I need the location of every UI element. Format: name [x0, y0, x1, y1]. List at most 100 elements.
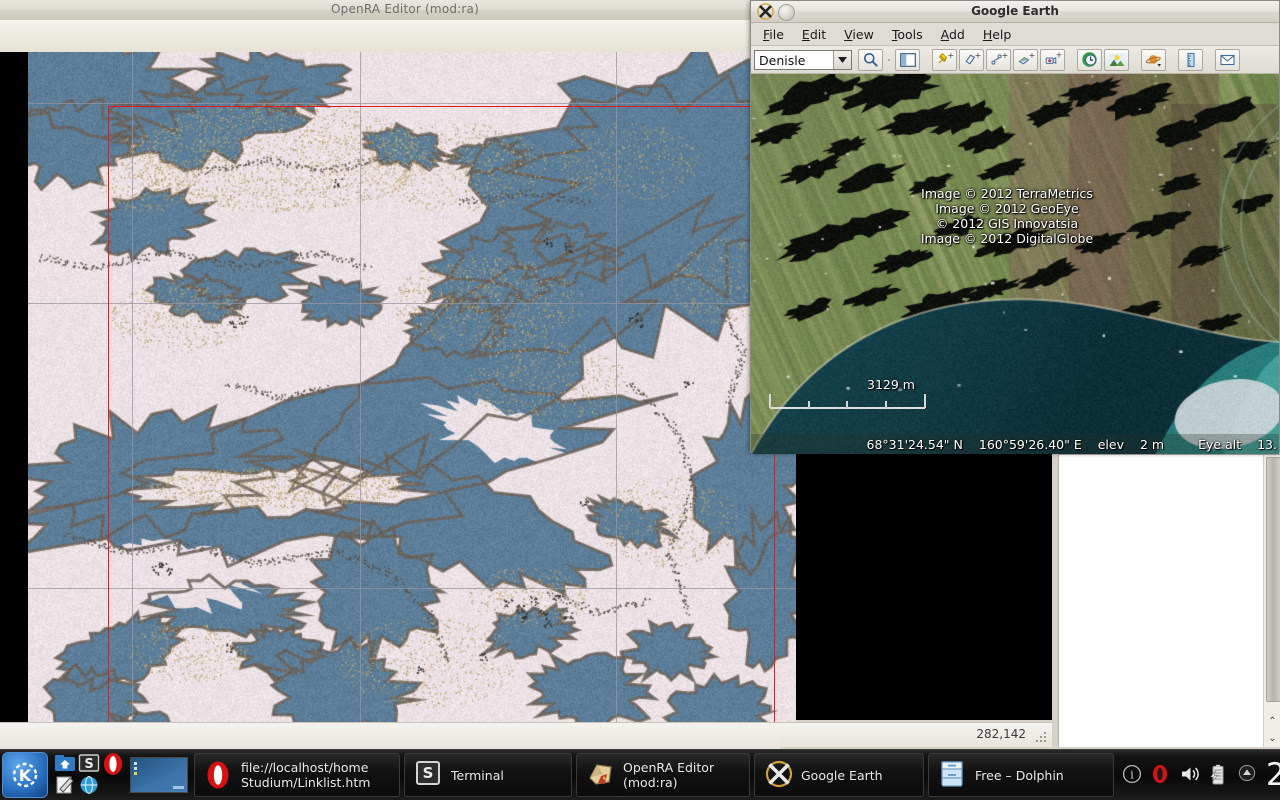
- add-polygon-icon[interactable]: +: [959, 48, 984, 71]
- map-grid-line-h: [28, 303, 796, 304]
- taskbar: K S file://localhost/home Studium/Linkli…: [0, 749, 1280, 800]
- search-input[interactable]: Denisle: [755, 51, 833, 69]
- openra-bottom-filler: [0, 722, 780, 751]
- toolbar-separator: [1205, 49, 1213, 71]
- opera-icon[interactable]: [102, 752, 124, 775]
- imagery-credit-line: Image © 2012 TerraMetrics: [921, 186, 1093, 201]
- openra-resize-grip[interactable]: [1036, 732, 1048, 744]
- terminal-icon: S: [415, 760, 443, 790]
- chevron-down-icon[interactable]: [833, 50, 851, 69]
- sidebar-toggle-icon[interactable]: [895, 48, 920, 71]
- text-editor-icon[interactable]: [54, 775, 76, 797]
- scroll-up-icon[interactable]: ⌃: [1264, 713, 1280, 730]
- openra-window-title: OpenRA Editor (mod:ra): [331, 2, 479, 16]
- add-path-icon[interactable]: +: [986, 48, 1011, 71]
- task-button-openra-editor[interactable]: OpenRA Editor (mod:ra): [576, 753, 750, 797]
- add-placemark-icon[interactable]: +: [932, 48, 957, 71]
- menu-help[interactable]: Help: [983, 27, 1012, 42]
- map-grid-line-v: [132, 52, 133, 722]
- openra-terrain-canvas[interactable]: [28, 52, 796, 722]
- search-icon[interactable]: [858, 48, 883, 71]
- task-label: OpenRA Editor (mod:ra): [623, 760, 715, 790]
- home-folder-icon[interactable]: [54, 753, 76, 775]
- menu-edit[interactable]: Edit: [802, 27, 826, 42]
- historical-imagery-icon[interactable]: [1077, 48, 1102, 71]
- openra-list-scrollbar[interactable]: ⌃ ⌄: [1263, 455, 1280, 747]
- menu-tools[interactable]: Tools: [892, 27, 923, 42]
- scrollbar-thumb[interactable]: [1266, 457, 1280, 702]
- map-grid-line-v: [360, 52, 361, 722]
- task-label: Free – Dolphin: [975, 767, 1064, 783]
- eye-altitude-value: 13.: [1257, 436, 1277, 452]
- ruler-icon[interactable]: [1178, 48, 1203, 71]
- toolbar-separator: [885, 49, 893, 71]
- opera-tray-icon[interactable]: [1151, 764, 1171, 786]
- menu-file[interactable]: File: [763, 27, 784, 42]
- task-button-google-earth[interactable]: Google Earth: [754, 753, 924, 797]
- tray-expander-icon[interactable]: [1238, 764, 1258, 786]
- google-earth-icon: [765, 760, 793, 790]
- task-button-terminal[interactable]: S Terminal: [404, 753, 572, 797]
- quicklaunch-area[interactable]: S: [52, 752, 122, 798]
- svg-text:i: i: [1130, 769, 1134, 782]
- google-earth-window-title: Google Earth: [971, 4, 1059, 18]
- google-earth-menubar[interactable]: File Edit View Tools Add Help: [751, 23, 1279, 46]
- scale-bar-label: 3129 m: [867, 377, 915, 392]
- opera-icon: [205, 760, 233, 790]
- sunlight-icon[interactable]: [1104, 48, 1129, 71]
- google-earth-window: Google Earth File Edit View Tools Add He…: [750, 0, 1280, 454]
- imagery-credit-line: © 2012 GIS Innovatsia: [935, 216, 1079, 231]
- email-icon[interactable]: [1215, 48, 1240, 71]
- record-tour-icon[interactable]: +: [1040, 48, 1065, 71]
- map-grid-line-h: [28, 103, 796, 104]
- window-task-list: file://localhost/home Studium/Linklist.h…: [194, 753, 1114, 797]
- svg-text:S: S: [423, 764, 434, 782]
- desktop-pager[interactable]: [130, 757, 188, 793]
- svg-text:+: +: [947, 52, 954, 60]
- planets-icon[interactable]: [1141, 48, 1166, 71]
- latitude-value: 68°31'24.54" N: [866, 436, 963, 452]
- imagery-credit-line: Image © 2012 DigitalGlobe: [920, 231, 1094, 246]
- task-label: Google Earth: [801, 767, 883, 783]
- toolbar-separator: [1067, 49, 1075, 71]
- task-button-opera[interactable]: file://localhost/home Studium/Linklist.h…: [194, 753, 400, 797]
- google-earth-titlebar[interactable]: Google Earth: [751, 1, 1279, 23]
- system-tray: i: [1114, 764, 1266, 786]
- search-combobox[interactable]: Denisle: [754, 49, 852, 70]
- menu-view[interactable]: View: [844, 27, 874, 42]
- map-grid-line-h: [28, 588, 796, 589]
- dolphin-icon: [939, 760, 967, 790]
- task-label: file://localhost/home Studium/Linklist.h…: [241, 760, 371, 790]
- svg-text:+: +: [1028, 52, 1034, 60]
- toolbar-separator: [922, 49, 930, 71]
- openra-tiles-list-panel[interactable]: ⌃ ⌄: [1058, 454, 1280, 747]
- imagery-credit-line: Image © 2012 GeoEye: [935, 201, 1079, 216]
- volume-icon[interactable]: [1180, 764, 1200, 786]
- scroll-down-icon[interactable]: ⌄: [1264, 730, 1280, 747]
- openra-map-viewport[interactable]: [0, 52, 796, 722]
- google-earth-toolbar[interactable]: Denisle + + + + +: [751, 46, 1279, 74]
- google-earth-3d-viewport[interactable]: Image © 2012 TerraMetrics Image © 2012 G…: [751, 74, 1279, 454]
- openra-icon: [587, 760, 615, 790]
- svg-text:+: +: [1055, 52, 1061, 59]
- menu-add[interactable]: Add: [941, 27, 965, 42]
- toolbar-separator: [1131, 49, 1139, 71]
- elevation-value: 2 m: [1140, 436, 1165, 452]
- add-image-overlay-icon[interactable]: +: [1013, 48, 1038, 71]
- svg-text:+: +: [1001, 52, 1007, 60]
- taskbar-clock[interactable]: 23:16: [1266, 757, 1280, 793]
- kde-menu-button[interactable]: K: [2, 752, 48, 798]
- toolbar-separator: [1168, 49, 1176, 71]
- openra-preview-panel[interactable]: [796, 454, 1052, 720]
- info-icon[interactable]: i: [1122, 764, 1142, 786]
- openra-map-surface[interactable]: [28, 52, 796, 722]
- terminal-icon[interactable]: S: [78, 753, 100, 775]
- task-button-dolphin[interactable]: Free – Dolphin: [928, 753, 1114, 797]
- scale-bar: 3129 m: [767, 377, 937, 418]
- battery-icon[interactable]: [1209, 764, 1229, 786]
- openra-cursor-coordinates: 282,142: [976, 727, 1026, 741]
- browser-globe-icon[interactable]: [78, 775, 100, 797]
- task-label: Terminal: [451, 767, 504, 783]
- svg-text:K: K: [19, 766, 32, 785]
- coordinates-readout: 68°31'24.54" N 160°59'26.40" E elev 2 m Eye …: [867, 437, 1279, 452]
